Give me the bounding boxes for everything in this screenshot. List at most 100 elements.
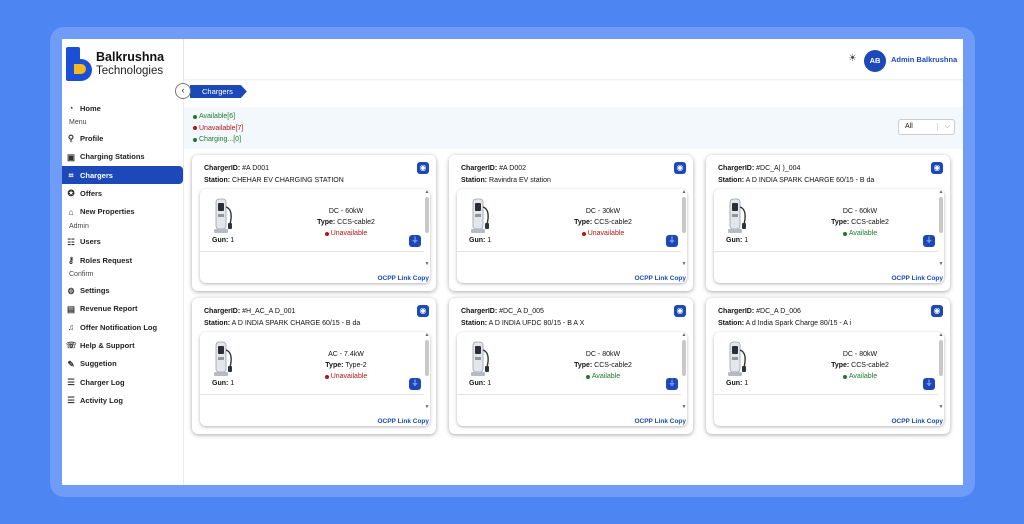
ocpp-link-copy-button[interactable]: OCPP Link Copy (377, 418, 429, 425)
sidebar-item-new-properties[interactable]: ⌂ New Properties (62, 202, 184, 220)
ev-charger-icon (212, 197, 234, 235)
power-rating: DC - 80kW (585, 351, 621, 358)
sidebar-item-revenue-report[interactable]: ▤ Revenue Report (62, 300, 184, 318)
sidebar-item-charging-stations[interactable]: ▣ Charging Stations (62, 148, 184, 166)
sidebar-item-home[interactable]: ◔ Home (62, 99, 184, 117)
brand-subtitle: Technologies (96, 65, 164, 77)
connector-type: Type: CCS-cable2 (317, 219, 375, 226)
sidebar-item-label: Charging Stations (80, 152, 145, 162)
plug-button[interactable]: ⏚ (409, 378, 421, 390)
status-badge: Unavailable (290, 371, 402, 382)
gun-panel: Gun: 1 DC - 80kW Type: CCS-cable2 Available… (714, 332, 944, 426)
scrollbar[interactable]: ▲ ▼ (424, 332, 430, 426)
brand-name: Balkrushna (96, 50, 165, 64)
gun-panel: Gun: 1 DC - 30kW Type: CCS-cable2 Unavailab… (457, 189, 687, 283)
brand-logo[interactable]: Balkrushna Technologies (66, 47, 164, 81)
scrollbar[interactable]: ▲ ▼ (681, 189, 687, 283)
sidebar-item-label: Charger Log (80, 377, 125, 387)
power-rating: DC - 60kW (328, 208, 364, 215)
station-icon: ▣ (66, 151, 76, 162)
charger-card: ChargerID: #DC_A D_005 Station: A D INDIA… (449, 298, 693, 434)
chevron-left-icon: ‹ (181, 85, 185, 95)
user-name[interactable]: Admin Balkrushna (891, 55, 957, 64)
charger-settings-button[interactable]: ◉ (417, 162, 429, 174)
gun-panel: Gun: 1 DC - 60kW Type: CCS-cable2 Available… (714, 189, 944, 283)
connector-type: Type: CCS-cable2 (574, 219, 632, 226)
charger-settings-button[interactable]: ◉ (931, 162, 943, 174)
plug-button[interactable]: ⏚ (666, 378, 678, 390)
connector-type: Type: Type-2 (325, 362, 367, 369)
charger-id: ChargerID: #H_AC_A D_001 (204, 308, 296, 315)
target-icon: ◉ (676, 163, 684, 172)
sidebar-item-label: Offer Notification Log (80, 322, 158, 332)
sidebar-item-roles-request[interactable]: ⚷ Roles Request (62, 251, 184, 269)
power-rating: DC - 60kW (842, 208, 878, 215)
suggestion-icon: ✎ (67, 358, 75, 369)
sidebar-item-offers[interactable]: ✪ Offers (62, 184, 184, 202)
collapse-sidebar-button[interactable]: ‹ (175, 83, 191, 99)
gun-number: Gun: 1 (469, 380, 492, 387)
sidebar-item-users[interactable]: ☷ Users (62, 233, 184, 251)
gun-number: Gun: 1 (212, 237, 235, 244)
sidebar-item-label: Offers (80, 188, 103, 198)
list-icon: ☰ (67, 395, 75, 406)
breadcrumb[interactable]: Chargers (190, 85, 247, 98)
charger-card: ChargerID: #DC_A D_006 Station: A d India… (706, 298, 950, 434)
sidebar: Balkrushna Technologies ◔ Home Menu ⚲ Profil… (62, 39, 184, 485)
ocpp-link-copy-button[interactable]: OCPP Link Copy (634, 418, 686, 425)
gun-number: Gun: 1 (726, 237, 749, 244)
users-icon: ☷ (67, 236, 75, 247)
charger-settings-button[interactable]: ◉ (931, 305, 943, 317)
station-name: Station: A d India Spark Charge 80/15 - … (718, 320, 852, 327)
connector-type: Type: CCS-cable2 (831, 362, 889, 369)
sidebar-item-activity-log[interactable]: ☰ Activity Log (62, 391, 184, 409)
ocpp-link-copy-button[interactable]: OCPP Link Copy (891, 275, 943, 282)
scrollbar[interactable]: ▲ ▼ (938, 332, 944, 426)
sidebar-item-settings[interactable]: ⚙ Settings (62, 281, 184, 299)
charger-card: ChargerID: #A D002 Station: Ravindra EV s… (449, 155, 693, 291)
sidebar-item-suggetion[interactable]: ✎ Suggetion (62, 355, 184, 373)
status-filter-value: All (905, 123, 913, 130)
sidebar-item-charger-log[interactable]: ☰ Charger Log (62, 373, 184, 391)
scrollbar[interactable]: ▲ ▼ (681, 332, 687, 426)
scrollbar[interactable]: ▲ ▼ (938, 189, 944, 283)
station-name: Station: Ravindra EV station (461, 177, 551, 184)
unavailable-count: Unavailable[7] (193, 123, 243, 135)
plug-button[interactable]: ⏚ (923, 235, 935, 247)
sun-icon[interactable]: ☀ (848, 53, 857, 64)
sidebar-item-label: Chargers (80, 170, 113, 180)
status-badge: Available (547, 371, 659, 382)
ocpp-link-copy-button[interactable]: OCPP Link Copy (891, 418, 943, 425)
charger-settings-button[interactable]: ◉ (417, 305, 429, 317)
ocpp-link-copy-button[interactable]: OCPP Link Copy (377, 275, 429, 282)
sidebar-section-label: Confirm (69, 271, 94, 279)
sidebar-item-profile[interactable]: ⚲ Profile (62, 129, 184, 147)
status-badge: Available (804, 228, 916, 239)
plug-icon: ⏚ (668, 237, 676, 244)
scrollbar[interactable]: ▲ ▼ (424, 189, 430, 283)
charger-id: ChargerID: #DC_A| )_004 (718, 165, 801, 172)
plug-button[interactable]: ⏚ (666, 235, 678, 247)
target-icon: ◉ (419, 163, 427, 172)
avatar[interactable]: AB (864, 50, 886, 72)
main-content: Available[6] Unavailable[7] Charging...[… (184, 107, 963, 485)
plug-button[interactable]: ⏚ (409, 235, 421, 247)
charger-settings-button[interactable]: ◉ (674, 305, 686, 317)
gun-panel: Gun: 1 AC - 7.4kW Type: Type-2 Unavailable ⏚… (200, 332, 430, 426)
ev-charger-icon (726, 197, 748, 235)
sidebar-item-label: Users (80, 237, 101, 247)
sidebar-item-offer-notification-log[interactable]: ♫ Offer Notification Log (62, 318, 184, 336)
plug-button[interactable]: ⏚ (923, 378, 935, 390)
sidebar-item-help-support[interactable]: ☏ Help & Support (62, 336, 184, 354)
gun-panel: Gun: 1 DC - 60kW Type: CCS-cable2 Unavailab… (200, 189, 430, 283)
home-icon: ◔ (68, 103, 74, 114)
charger-settings-button[interactable]: ◉ (674, 162, 686, 174)
charger-card: ChargerID: #A D001 Station: CHEHAR EV CHA… (192, 155, 436, 291)
status-filter-select[interactable]: All ⌵ (898, 119, 955, 135)
roles-icon: ⚷ (67, 255, 75, 266)
sidebar-item-chargers[interactable]: ⌗ Chargers (62, 165, 183, 185)
power-rating: DC - 30kW (585, 208, 621, 215)
sidebar-section-label: Menu (69, 119, 87, 127)
ocpp-link-copy-button[interactable]: OCPP Link Copy (634, 275, 686, 282)
charger-id: ChargerID: #DC_A D_006 (718, 308, 801, 315)
